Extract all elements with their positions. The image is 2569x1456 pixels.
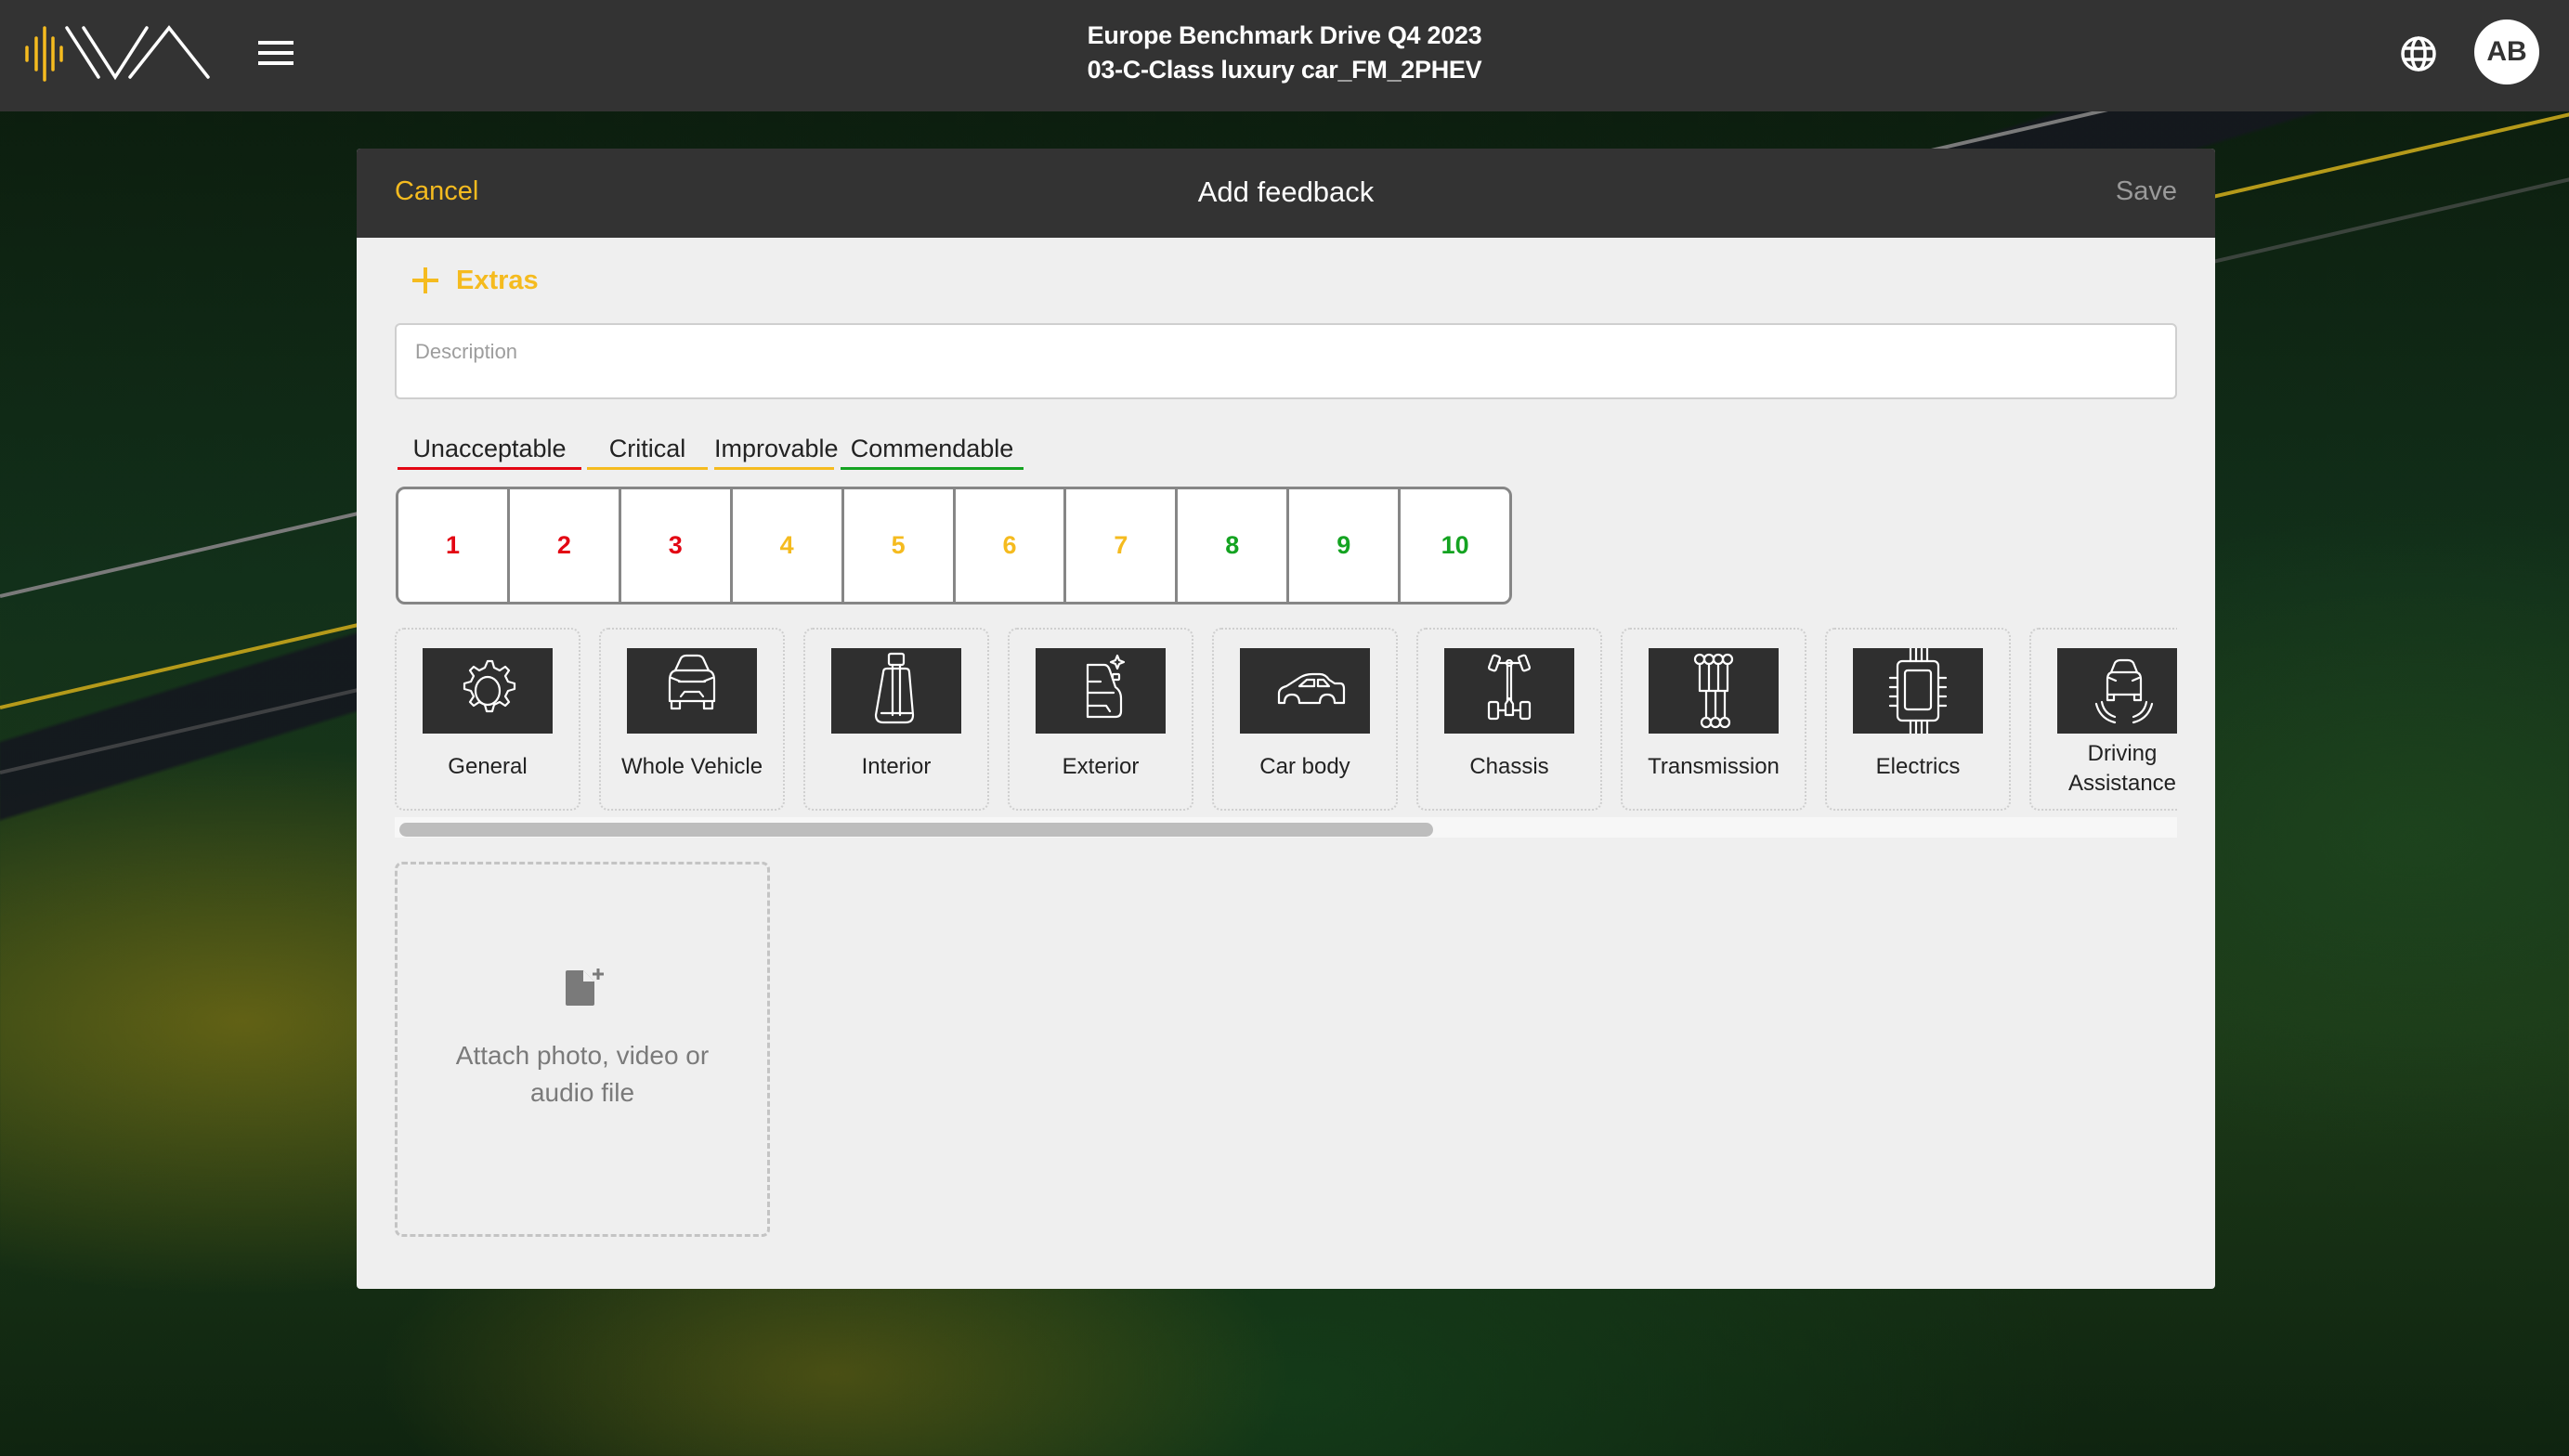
category-tile-car-body[interactable]: Car body [1212,628,1398,811]
category-tile-label: Whole Vehicle [620,754,763,779]
rating-option-7[interactable]: 7 [1066,489,1179,602]
rating-group-improvable: Improvable [714,433,839,470]
category-tile-label: Driving Assistance [2067,741,2177,796]
category-tile-label: Interior [861,754,932,779]
chip-icon [1853,648,1983,734]
category-tile-label: Transmission [1648,754,1780,779]
category-tile-label: Electrics [1875,754,1961,779]
project-title: Europe Benchmark Drive Q4 2023 03-C-Clas… [0,19,2569,87]
rating-option-9[interactable]: 9 [1289,489,1402,602]
category-scrollbar[interactable] [395,817,2177,838]
attach-file-label: Attach photo, video or audio file [455,1041,710,1107]
category-tile-label: General [448,754,528,779]
rating-scale: 1 2 3 4 5 6 7 8 9 10 [396,487,1512,604]
category-tile-label: Exterior [1062,754,1140,779]
rating-option-2[interactable]: 2 [510,489,621,602]
category-carousel: General Whole Vehicle Interior Exterior Car … [395,628,2177,841]
category-tile-whole-vehicle[interactable]: Whole Vehicle [599,628,785,811]
rating-group-commendable: Commendable [841,433,1024,470]
rating-group-critical: Critical [587,433,708,470]
top-app-bar: Europe Benchmark Drive Q4 2023 03-C-Clas… [0,0,2569,111]
chassis-axle-icon [1444,648,1574,734]
category-scrollbar-thumb[interactable] [399,823,1433,837]
rating-option-1[interactable]: 1 [398,489,510,602]
extras-button[interactable]: Extras [412,262,539,299]
attach-file-dropzone[interactable]: Attach photo, video or audio file [395,862,770,1237]
car-seat-icon [831,648,961,734]
dialog-title: Add feedback [1197,176,1375,208]
save-button[interactable]: Save [2116,176,2177,207]
category-tile-label: Chassis [1469,754,1549,779]
category-tile-electrics[interactable]: Electrics [1825,628,2011,811]
user-avatar[interactable]: AB [2474,20,2539,84]
category-tile-driving-assistance[interactable]: Driving Assistance [2029,628,2177,811]
file-add-icon [566,968,604,1006]
car-side-icon [1240,648,1370,734]
category-tile-exterior[interactable]: Exterior [1008,628,1193,811]
rating-option-10[interactable]: 10 [1401,489,1509,602]
category-tile-label: Car body [1259,754,1350,779]
globe-icon[interactable] [2399,34,2438,73]
rating-option-3[interactable]: 3 [621,489,733,602]
plus-icon [412,267,438,293]
car-front-icon [627,648,757,734]
rating-option-6[interactable]: 6 [956,489,1067,602]
gear-shift-icon [1649,648,1779,734]
rating-group-unacceptable: Unacceptable [398,433,581,470]
gear-icon [423,648,553,734]
category-tile-chassis[interactable]: Chassis [1416,628,1602,811]
category-tile-general[interactable]: General [395,628,580,811]
description-input[interactable] [395,323,2177,399]
category-tile-transmission[interactable]: Transmission [1621,628,1806,811]
rating-option-8[interactable]: 8 [1178,489,1290,602]
dialog-header: Cancel Add feedback Save [357,149,2215,238]
extras-label: Extras [456,265,539,295]
project-title-line2: 03-C-Class luxury car_FM_2PHEV [1087,56,1482,84]
add-feedback-dialog: Cancel Add feedback Save Extras Unaccept… [357,149,2215,1289]
car-exterior-shine-icon [1036,648,1166,734]
category-tile-interior[interactable]: Interior [803,628,989,811]
car-sensor-icon [2057,648,2177,734]
project-title-line1: Europe Benchmark Drive Q4 2023 [1087,21,1482,49]
rating-option-5[interactable]: 5 [844,489,956,602]
rating-option-4[interactable]: 4 [733,489,844,602]
